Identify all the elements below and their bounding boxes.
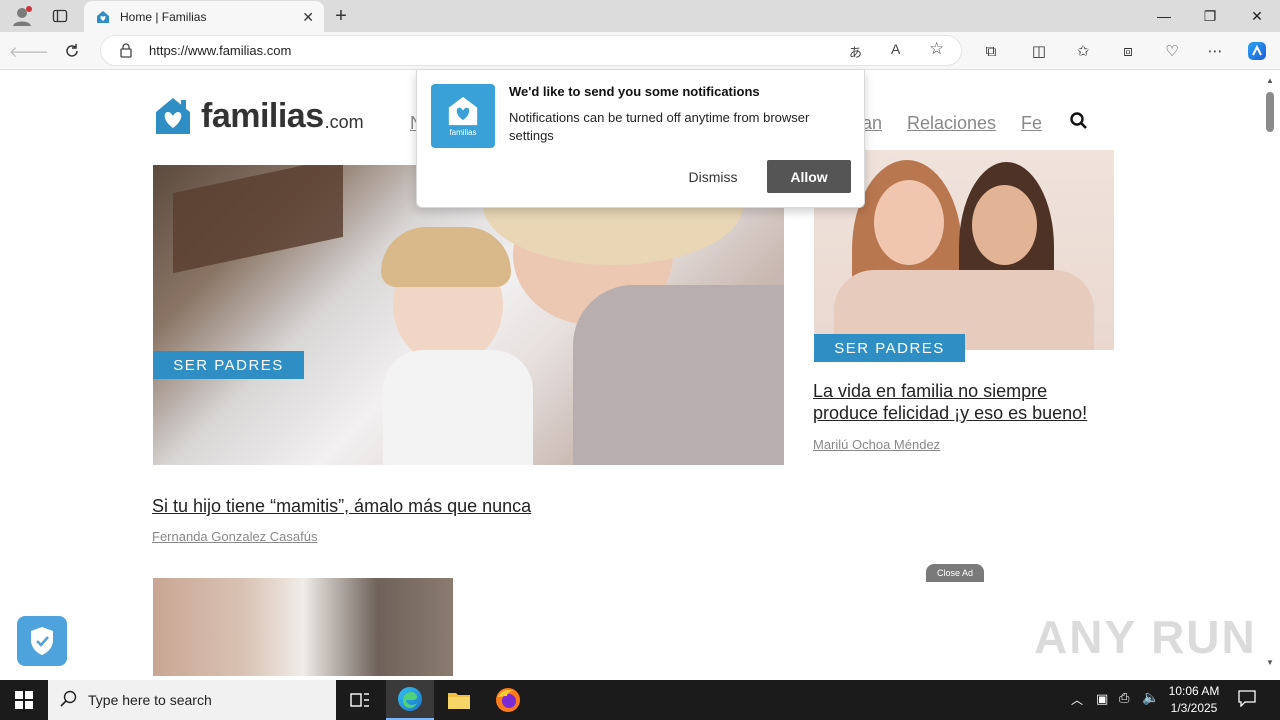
- notification-body: Notifications can be turned off anytime …: [509, 110, 810, 143]
- category-tag-ser-padres-2[interactable]: SER PADRES: [814, 334, 965, 362]
- new-tab-icon: +: [335, 4, 347, 27]
- translate-icon[interactable]: あ: [849, 42, 862, 61]
- notifications-center-icon[interactable]: [1238, 689, 1256, 712]
- windows-taskbar: Type here to search ︿ ▣ ⎙ 🔈 10:06 AM 1/3…: [0, 680, 1280, 720]
- search-magnifier-icon: [60, 690, 78, 711]
- tab-title: Home | Familias: [120, 9, 207, 24]
- allow-button[interactable]: Allow: [767, 160, 851, 193]
- article-title-vida-en-familia[interactable]: La vida en familia no siempre produce fe…: [813, 380, 1113, 424]
- minimize-button[interactable]: —: [1141, 0, 1187, 32]
- browser-essentials-icon[interactable]: ♡: [1157, 36, 1187, 66]
- close-window-button[interactable]: ✕: [1234, 0, 1280, 32]
- clock-date: 1/3/2025: [1170, 701, 1218, 715]
- any-run-watermark: ANY RUN: [1034, 610, 1257, 664]
- close-tab-icon[interactable]: ✕: [302, 9, 314, 26]
- nav-item-partial-2[interactable]: an: [862, 113, 882, 133]
- read-aloud-icon[interactable]: A: [891, 41, 900, 57]
- site-logo[interactable]: familias .com: [153, 92, 368, 136]
- nav-item-relaciones[interactable]: Relaciones: [907, 113, 996, 133]
- close-ad-label: Close Ad: [936, 568, 974, 578]
- new-tab-button[interactable]: +: [330, 4, 352, 28]
- refresh-button[interactable]: [57, 36, 87, 66]
- article-title-mamitis[interactable]: Si tu hijo tiene “mamitis”, ámalo más qu…: [152, 495, 783, 517]
- app-icon-label: familias: [449, 127, 477, 137]
- page-scrollbar[interactable]: ▲ ▼: [1262, 70, 1280, 676]
- browser-title-bar: Home | Familias ✕ + — ❐ ✕: [0, 0, 1280, 32]
- logo-text: familias: [201, 97, 324, 135]
- tab-home-familias[interactable]: Home | Familias ✕: [84, 1, 324, 32]
- lock-icon[interactable]: [119, 42, 133, 61]
- task-view-icon[interactable]: [336, 680, 384, 720]
- edge-taskbar-icon[interactable]: [386, 680, 434, 720]
- profile-icon[interactable]: [8, 4, 36, 28]
- extensions-icon[interactable]: ⧉: [976, 36, 1006, 66]
- search-icon[interactable]: [1070, 112, 1088, 135]
- start-button[interactable]: [0, 680, 48, 720]
- scroll-down-arrow-icon[interactable]: ▼: [1266, 658, 1274, 667]
- browser-toolbar: 🡐 https://www.familias.com あ A ☆ ⧉ ◫ ✩ ⧈…: [0, 32, 1280, 70]
- firefox-icon[interactable]: [484, 680, 532, 720]
- familias-app-icon: familias: [431, 84, 495, 148]
- volume-icon[interactable]: 🔈: [1142, 689, 1159, 706]
- show-hidden-icons-chevron-icon[interactable]: ︿: [1071, 691, 1083, 708]
- article-image-mother-child[interactable]: [153, 165, 784, 465]
- notification-title: We'd like to send you some notifications: [509, 84, 760, 99]
- taskbar-search-box[interactable]: Type here to search: [48, 680, 336, 720]
- collections-icon[interactable]: ⧈: [1113, 36, 1143, 66]
- more-options-icon[interactable]: ⋯: [1200, 36, 1230, 66]
- network-icon[interactable]: ⎙: [1119, 690, 1129, 706]
- address-bar[interactable]: https://www.familias.com あ A ☆: [100, 35, 962, 66]
- familias-favicon-icon: [97, 10, 109, 23]
- restore-button[interactable]: ❐: [1187, 0, 1233, 32]
- back-button[interactable]: 🡐: [9, 36, 49, 66]
- url-text: https://www.familias.com: [149, 43, 292, 58]
- file-explorer-icon[interactable]: [435, 680, 483, 720]
- dismiss-button[interactable]: Dismiss: [671, 160, 755, 193]
- favorite-star-icon[interactable]: ☆: [929, 39, 944, 59]
- category-tag-ser-padres[interactable]: SER PADRES: [153, 351, 304, 379]
- clock[interactable]: 10:06 AM 1/3/2025: [1164, 683, 1224, 717]
- article-image-thumbnail[interactable]: [153, 578, 453, 676]
- scrollbar-thumb[interactable]: [1266, 92, 1274, 132]
- logo-suffix: .com: [324, 112, 364, 132]
- shield-icon: [31, 627, 53, 655]
- taskbar-search-placeholder: Type here to search: [88, 692, 212, 708]
- tray-device-icon[interactable]: ▣: [1096, 691, 1108, 707]
- split-screen-icon[interactable]: ◫: [1024, 36, 1054, 66]
- article-author-marilu[interactable]: Marilú Ochoa Méndez: [813, 437, 940, 452]
- close-ad-button[interactable]: Close Ad: [926, 564, 984, 582]
- copilot-icon[interactable]: [1242, 36, 1272, 66]
- house-heart-icon: [156, 98, 190, 134]
- clock-time: 10:06 AM: [1168, 684, 1220, 698]
- scroll-up-arrow-icon[interactable]: ▲: [1266, 76, 1274, 85]
- watermark-text: ANY RUN: [1034, 611, 1257, 663]
- privacy-shield-button[interactable]: [17, 616, 67, 666]
- favorites-icon[interactable]: ✩: [1068, 36, 1098, 66]
- notification-permission-popup: familias We'd like to send you some noti…: [416, 70, 865, 208]
- article-author-fernanda[interactable]: Fernanda Gonzalez Casafús: [152, 529, 317, 544]
- tab-actions-icon[interactable]: [48, 4, 72, 28]
- nav-item-fe[interactable]: Fe: [1021, 113, 1042, 133]
- windows-logo-icon: [15, 691, 33, 709]
